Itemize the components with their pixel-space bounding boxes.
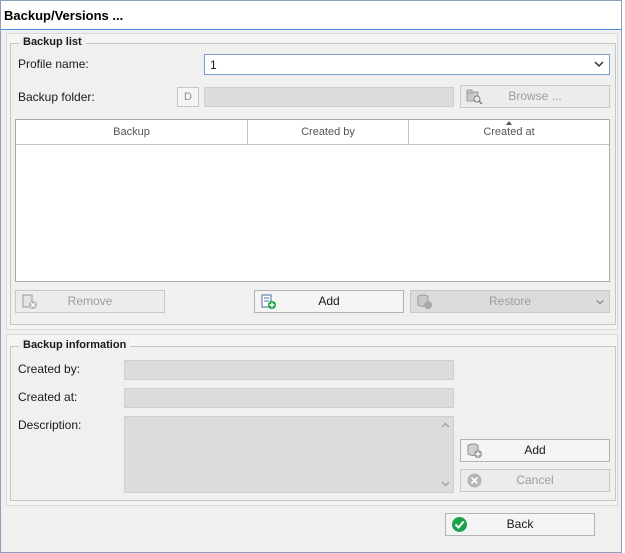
profile-name-select[interactable]: 1 — [204, 54, 610, 75]
cancel-label: Cancel — [516, 473, 554, 487]
browse-label: Browse ... — [508, 89, 562, 103]
backup-versions-window: Backup/Versions ... Backup list Profile … — [0, 0, 622, 553]
cancel-icon — [467, 473, 482, 488]
created-at-field — [124, 388, 454, 408]
remove-label: Remove — [67, 294, 113, 308]
database-add-icon — [467, 443, 482, 458]
chevron-down-icon — [594, 61, 604, 68]
backup-list-legend: Backup list — [19, 36, 86, 48]
created-at-label: Created at: — [18, 390, 78, 404]
backup-folder-label: Backup folder: — [18, 90, 95, 104]
remove-doc-icon — [22, 294, 37, 309]
sort-ascending-icon — [506, 121, 512, 125]
column-header-backup[interactable]: Backup — [16, 120, 248, 145]
add-backup-button[interactable]: Add — [254, 290, 404, 313]
backup-info-legend: Backup information — [19, 339, 131, 351]
check-icon — [452, 517, 467, 532]
drive-letter-badge: D — [177, 87, 199, 107]
add-doc-icon — [261, 294, 276, 309]
profile-name-value: 1 — [210, 58, 217, 72]
restore-button[interactable]: Restore — [410, 290, 610, 313]
add-backup-label: Add — [318, 294, 340, 308]
scroll-down-icon[interactable] — [441, 479, 450, 488]
back-button[interactable]: Back — [445, 513, 595, 536]
database-add-icon — [417, 294, 432, 309]
back-label: Back — [506, 517, 534, 531]
info-add-label: Add — [524, 443, 546, 457]
browse-button[interactable]: Browse ... — [460, 85, 610, 108]
created-by-label: Created by: — [18, 362, 81, 376]
grid-header: Backup Created by Created at — [16, 120, 609, 145]
remove-button[interactable]: Remove — [15, 290, 165, 313]
cancel-button[interactable]: Cancel — [460, 469, 610, 492]
column-header-created-at[interactable]: Created at — [409, 120, 609, 145]
column-header-created-by[interactable]: Created by — [248, 120, 409, 145]
scroll-up-icon[interactable] — [441, 421, 450, 430]
restore-label: Restore — [488, 294, 532, 308]
chevron-down-icon — [596, 299, 604, 305]
folder-search-icon — [466, 89, 483, 105]
title-bar: Backup/Versions ... — [1, 1, 621, 30]
info-add-button[interactable]: Add — [460, 439, 610, 462]
profile-name-label: Profile name: — [18, 57, 89, 71]
description-textarea[interactable] — [124, 416, 454, 493]
backup-grid[interactable]: Backup Created by Created at — [15, 119, 610, 282]
created-by-field — [124, 360, 454, 380]
backup-folder-field — [204, 87, 454, 107]
column-header-created-at-label: Created at — [483, 126, 535, 138]
window-title: Backup/Versions ... — [4, 8, 124, 23]
description-label: Description: — [18, 418, 82, 432]
